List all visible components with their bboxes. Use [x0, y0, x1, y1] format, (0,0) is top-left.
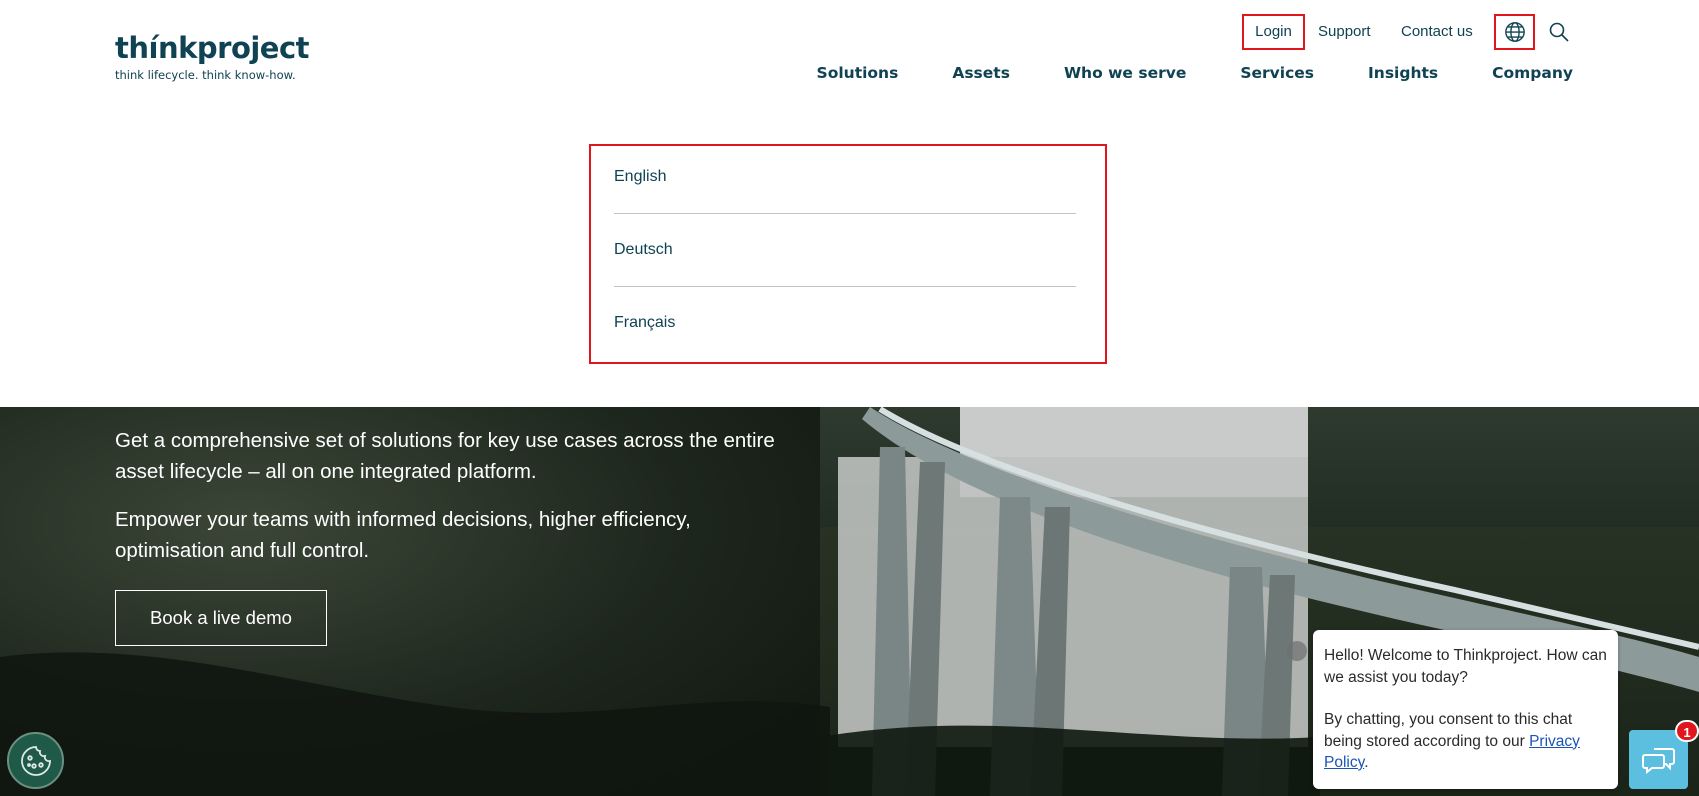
- contact-us-link[interactable]: Contact us: [1401, 14, 1473, 50]
- cookie-settings-button[interactable]: [7, 732, 64, 789]
- nav-insights[interactable]: Insights: [1368, 60, 1438, 86]
- language-option-english[interactable]: English: [614, 168, 1076, 186]
- divider: [614, 213, 1076, 214]
- language-selector-button[interactable]: [1494, 14, 1535, 50]
- book-live-demo-button[interactable]: Book a live demo: [115, 590, 327, 646]
- hero-paragraph-2: Empower your teams with informed decisio…: [115, 508, 691, 562]
- language-option-francais[interactable]: Français: [614, 314, 1076, 332]
- chat-notification-badge: 1: [1675, 720, 1699, 742]
- logo-tagline: think lifecycle. think know-how.: [115, 68, 296, 82]
- nav-who-we-serve[interactable]: Who we serve: [1064, 60, 1186, 86]
- support-link[interactable]: Support: [1318, 14, 1371, 50]
- thinkproject-logo[interactable]: thínkproject think lifecycle. think know…: [115, 31, 310, 82]
- login-link[interactable]: Login: [1242, 14, 1305, 50]
- logo-wordmark: thínkproject: [115, 31, 310, 65]
- divider: [614, 286, 1076, 287]
- chat-consent-text: By chatting, you consent to this chat be…: [1324, 709, 1607, 774]
- chat-consent-suffix: .: [1364, 754, 1369, 771]
- nav-assets[interactable]: Assets: [952, 60, 1010, 86]
- chat-welcome-message: Hello! Welcome to Thinkproject. How can …: [1313, 630, 1618, 789]
- hero-copy: Get a comprehensive set of solutions for…: [115, 425, 795, 583]
- nav-services[interactable]: Services: [1240, 60, 1314, 86]
- chat-greeting: Hello! Welcome to Thinkproject. How can …: [1324, 647, 1607, 686]
- chat-dismiss-button[interactable]: [1287, 641, 1307, 661]
- site-header: thínkproject think lifecycle. think know…: [0, 0, 1699, 407]
- language-option-deutsch[interactable]: Deutsch: [614, 241, 1076, 259]
- globe-icon: [1504, 22, 1525, 42]
- hero-paragraph-1: Get a comprehensive set of solutions for…: [115, 429, 775, 483]
- chat-icon: [1641, 747, 1675, 774]
- search-icon: [1549, 22, 1569, 42]
- main-navigation: Solutions Assets Who we serve Services I…: [817, 60, 1573, 86]
- language-dropdown: English Deutsch Français: [589, 144, 1107, 364]
- search-button[interactable]: [1547, 20, 1571, 44]
- nav-solutions[interactable]: Solutions: [817, 60, 899, 86]
- cookie-icon: [20, 745, 51, 776]
- nav-company[interactable]: Company: [1492, 60, 1573, 86]
